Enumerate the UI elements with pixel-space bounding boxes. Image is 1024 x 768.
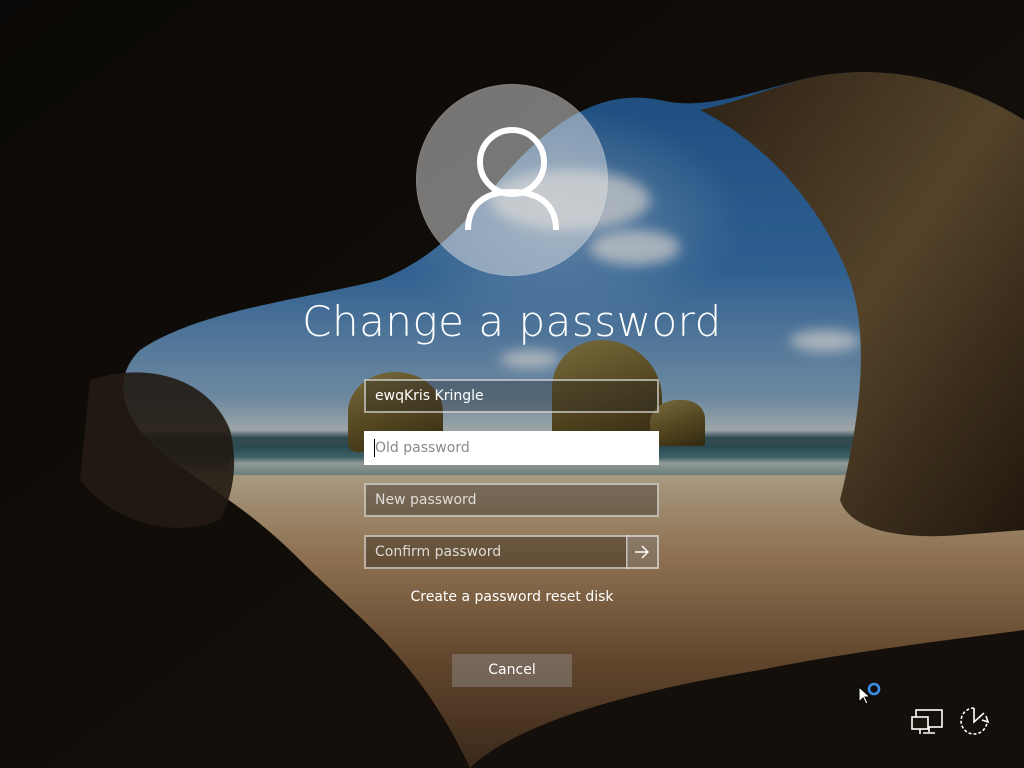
user-icon <box>465 127 559 231</box>
user-avatar <box>416 84 608 276</box>
lock-screen: Change a password ewqKris Kringle Create… <box>0 0 1024 768</box>
ease-of-access-icon[interactable] <box>957 705 993 739</box>
submit-button[interactable] <box>626 535 659 569</box>
text-caret <box>374 439 375 457</box>
cancel-button[interactable]: Cancel <box>452 654 572 687</box>
old-password-input[interactable] <box>364 431 659 465</box>
new-password-input[interactable] <box>364 483 659 517</box>
page-title: Change a password <box>302 297 722 346</box>
reset-disk-link[interactable]: Create a password reset disk <box>362 586 662 608</box>
busy-indicator-icon <box>867 682 881 696</box>
username-field: ewqKris Kringle <box>364 379 659 413</box>
arrow-right-icon <box>635 545 649 559</box>
confirm-password-input[interactable] <box>364 535 628 569</box>
network-icon[interactable] <box>909 707 945 737</box>
